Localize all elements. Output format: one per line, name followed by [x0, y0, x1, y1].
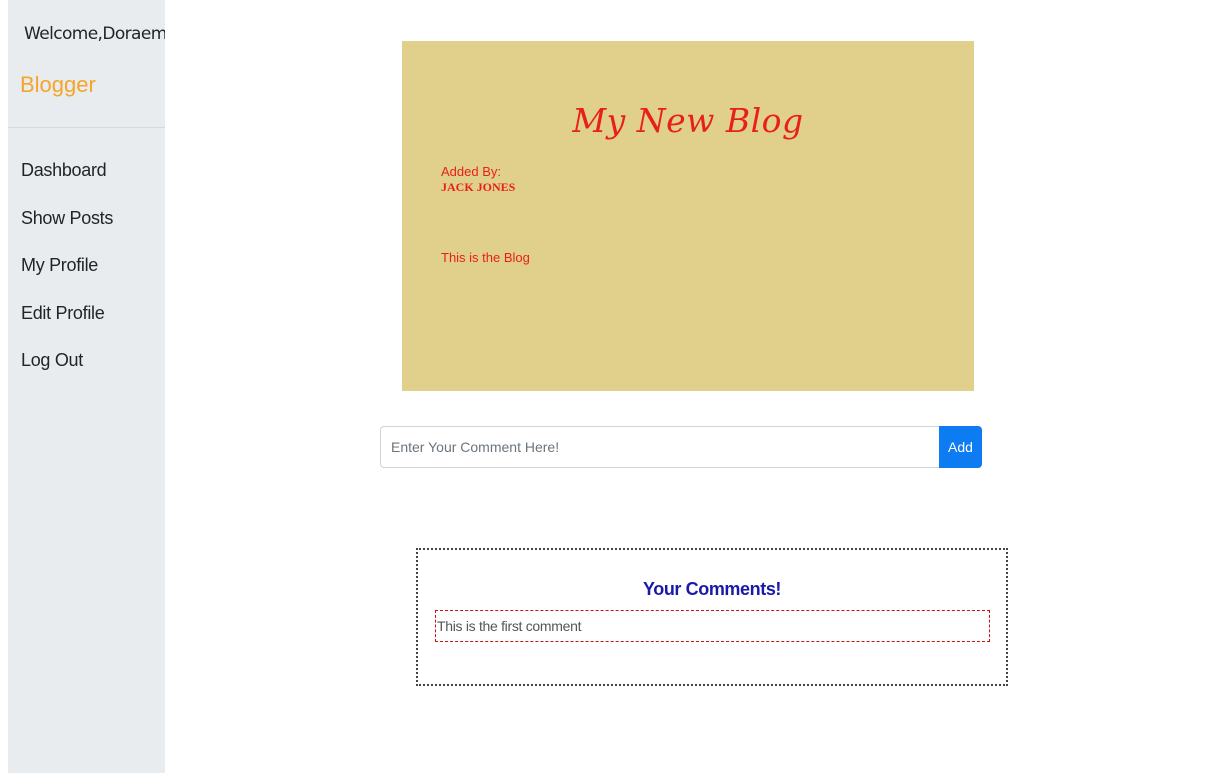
blog-title: My New Blog: [572, 101, 804, 140]
sidebar-item-dashboard[interactable]: Dashboard: [21, 160, 113, 208]
sidebar-item-log-out[interactable]: Log Out: [21, 350, 113, 398]
comments-box: Your Comments! This is the first comment: [416, 548, 1008, 686]
add-comment-button[interactable]: Add: [939, 426, 982, 468]
added-by-label: Added By:: [441, 164, 501, 179]
sidebar-nav: Dashboard Show Posts My Profile Edit Pro…: [21, 160, 113, 398]
comments-title: Your Comments!: [642, 579, 782, 599]
sidebar: Welcome,Doraemon Blogger Dashboard Show …: [8, 0, 165, 773]
sidebar-item-edit-profile[interactable]: Edit Profile: [21, 303, 113, 351]
welcome-text: Welcome,Doraemon: [24, 24, 165, 44]
sidebar-item-show-posts[interactable]: Show Posts: [21, 208, 113, 256]
sidebar-item-my-profile[interactable]: My Profile: [21, 255, 113, 303]
blog-card: My New Blog Added By: JACK JONES This is…: [402, 41, 974, 391]
comment-item: This is the first comment: [435, 610, 990, 642]
brand-link[interactable]: Blogger: [20, 72, 96, 98]
blog-body: This is the Blog: [441, 250, 530, 265]
sidebar-divider: [8, 127, 165, 128]
comment-input[interactable]: [380, 426, 939, 468]
blog-author: JACK JONES: [441, 180, 516, 194]
